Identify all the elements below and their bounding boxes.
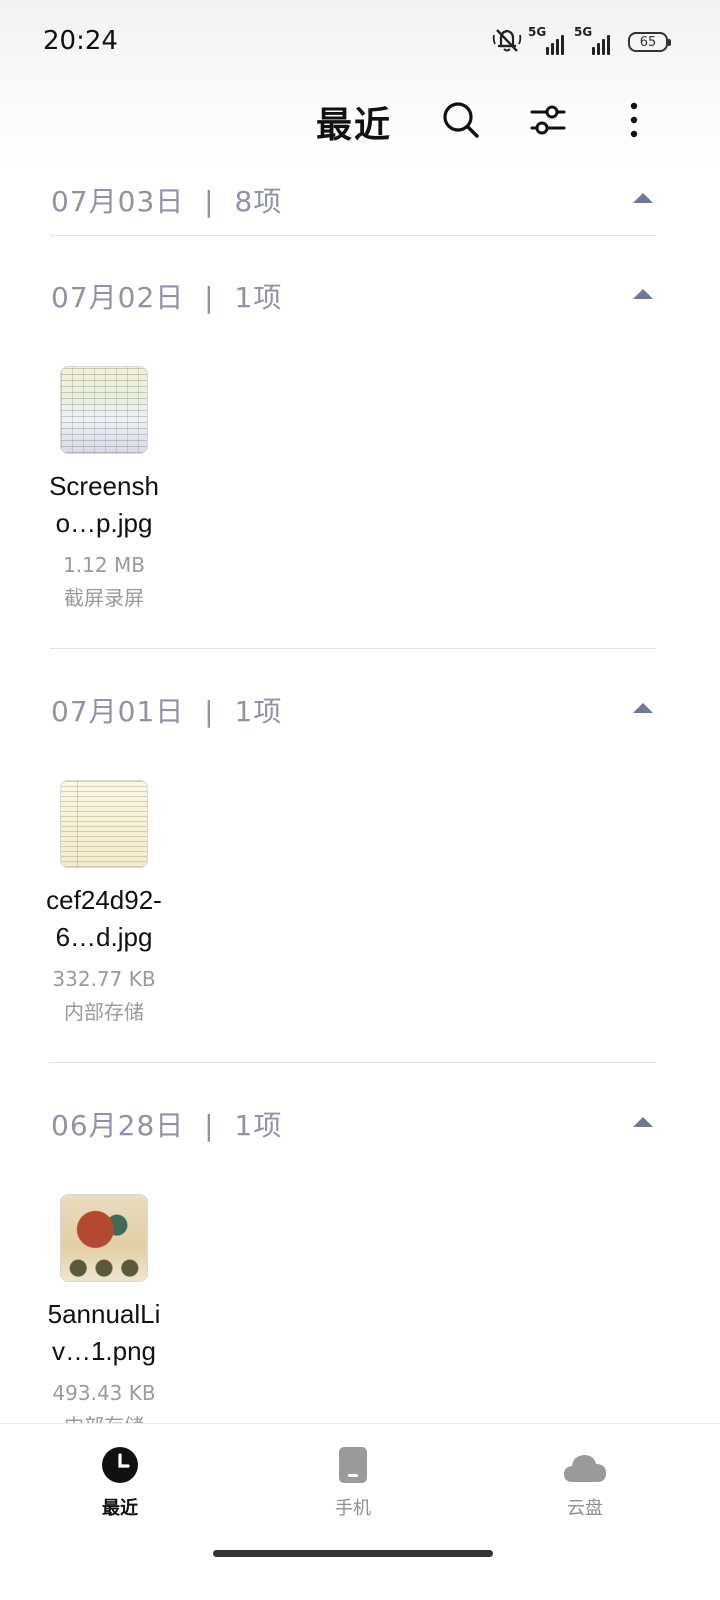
group-count: 8项 [234,185,283,218]
date-group: 07月01日 | 1项 [0,670,720,746]
group-separator: | [204,281,215,314]
cloud-icon [525,1442,645,1484]
date-group: 07月02日 | 1项 [0,256,720,332]
network-label-2: 5G [574,25,593,39]
search-button[interactable] [435,94,487,146]
nav-recent[interactable]: 最近 [60,1442,180,1528]
file-item[interactable]: 5annualLiv…1.png 493.43 KB 内部存储 [38,1194,170,1439]
battery-level: 65 [639,34,657,50]
group-separator: | [204,185,215,218]
nav-label: 最近 [102,1498,138,1519]
date-group-header[interactable]: 06月28日 | 1项 [0,1084,720,1160]
group-date: 06月28日 [51,1109,185,1142]
nav-label: 手机 [335,1498,371,1519]
status-bar: 20:24 5G 5G 65 [0,0,720,84]
nav-label: 云盘 [567,1498,603,1519]
file-thumbnail [60,780,148,868]
collapse-arrow-icon[interactable] [633,1117,653,1127]
signal-icon: 5G [528,25,568,55]
bottom-nav: 最近 手机 云盘 [0,1423,720,1600]
group-date: 07月03日 [51,185,185,218]
file-name: cef24d92-6…d.jpg [46,885,162,952]
divider [50,648,656,649]
home-indicator[interactable] [213,1550,493,1557]
file-thumbnail [60,366,148,454]
date-group-header[interactable]: 07月03日 | 8项 [0,160,720,236]
file-source: 截屏录屏 [64,586,144,610]
search-icon [441,100,481,140]
divider [50,235,656,236]
screen: 20:24 5G 5G 65 最近 07月03日 | 8项 07月02日 | 1… [0,0,720,1600]
divider [50,1062,656,1063]
status-time: 20:24 [43,26,118,56]
date-group-header[interactable]: 07月02日 | 1项 [0,256,720,332]
date-group: 07月03日 | 8项 [0,160,720,236]
file-item[interactable]: cef24d92-6…d.jpg 332.77 KB 内部存储 [38,780,170,1025]
group-separator: | [204,695,215,728]
group-date: 07月01日 [51,695,185,728]
nav-phone[interactable]: 手机 [293,1442,413,1528]
date-group: 06月28日 | 1项 [0,1084,720,1160]
app-header: 最近 [0,84,720,156]
group-count: 1项 [234,1109,283,1142]
group-count: 1项 [234,695,283,728]
status-icons: 5G 5G 65 [492,25,671,58]
nav-cloud[interactable]: 云盘 [525,1442,645,1528]
more-icon [628,100,640,140]
date-group-label: 07月03日 | 8项 [51,180,282,220]
date-group-header[interactable]: 07月01日 | 1项 [0,670,720,746]
group-date: 07月02日 [51,281,185,314]
date-group-label: 07月01日 | 1项 [51,690,282,730]
date-group-label: 06月28日 | 1项 [51,1104,282,1144]
file-size: 332.77 KB [52,967,156,991]
group-separator: | [204,1109,215,1142]
file-name: Screensho…p.jpg [49,471,159,538]
page-title: 最近 [316,105,393,146]
date-group-label: 07月02日 | 1项 [51,276,282,316]
file-size: 1.12 MB [63,553,145,577]
clock-icon [60,1442,180,1484]
collapse-arrow-icon[interactable] [633,289,653,299]
group-count: 1项 [234,281,283,314]
mute-icon [492,26,522,58]
file-item[interactable]: Screensho…p.jpg 1.12 MB 截屏录屏 [38,366,170,611]
file-name: 5annualLiv…1.png [47,1299,161,1366]
more-button[interactable] [608,94,660,146]
battery-icon: 65 [628,32,671,52]
collapse-arrow-icon[interactable] [633,193,653,203]
collapse-arrow-icon[interactable] [633,703,653,713]
filter-icon [528,100,568,140]
signal-icon: 5G [574,25,616,55]
file-thumbnail [60,1194,148,1282]
file-source: 内部存储 [64,1000,144,1024]
network-label-1: 5G [528,25,547,39]
phone-icon [293,1442,413,1484]
filter-button[interactable] [522,94,574,146]
file-size: 493.43 KB [52,1381,156,1405]
